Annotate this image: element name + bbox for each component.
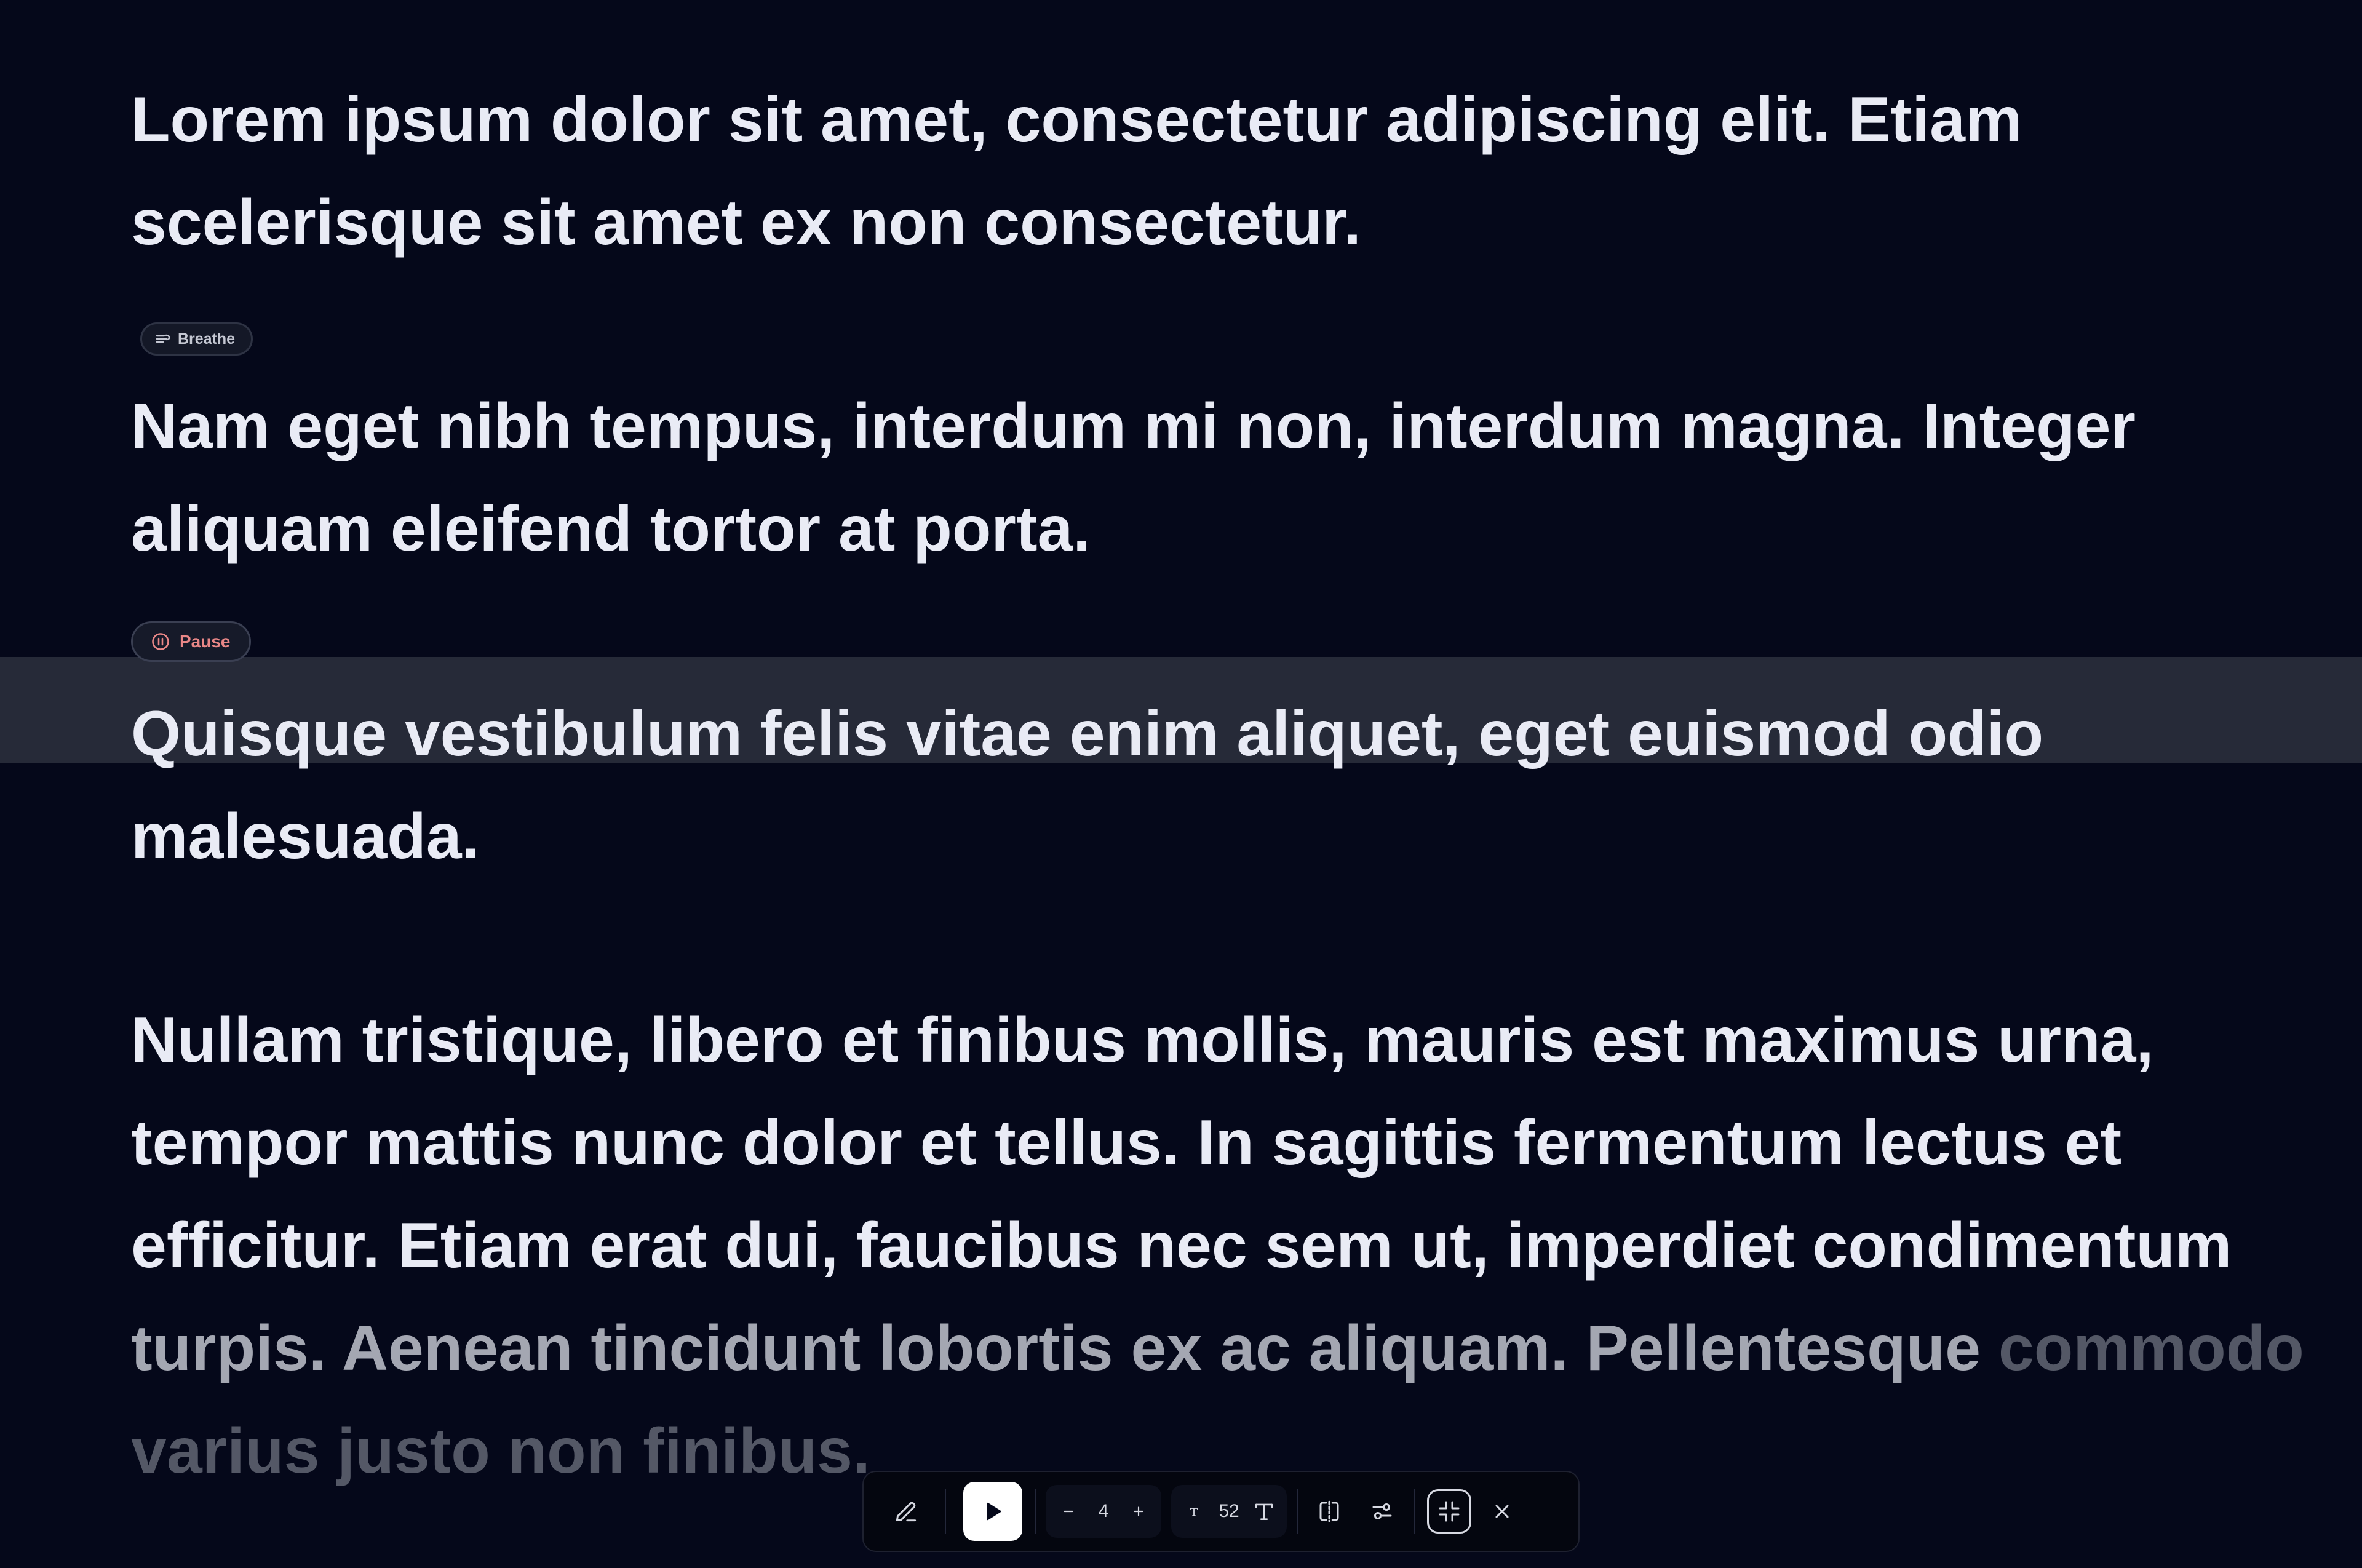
speed-value: 4	[1098, 1501, 1109, 1521]
paragraph-4-faded-text: turpis. Aenean tincidunt lobortis ex ac …	[131, 1313, 1981, 1384]
minus-icon	[1064, 1510, 1073, 1513]
script-paragraph-4: Nullam tristique, libero et finibus moll…	[131, 989, 2308, 1503]
close-button[interactable]	[1480, 1478, 1524, 1545]
edit-button[interactable]	[872, 1478, 940, 1545]
font-size-value: 52	[1219, 1501, 1239, 1521]
toolbar-divider	[1297, 1489, 1298, 1534]
pause-marker-label: Pause	[180, 632, 231, 651]
script-paragraph-3-current: Quisque vestibulum felis vitae enim aliq…	[131, 698, 2044, 872]
breathe-marker-label: Breathe	[178, 330, 236, 348]
close-icon	[1495, 1505, 1509, 1518]
pause-circle-icon	[152, 633, 169, 650]
text-large-icon	[1255, 1503, 1273, 1521]
teleprompter-stage: Lorem ipsum dolor sit amet, consectetur …	[0, 0, 2362, 1568]
toolbar-divider	[1414, 1489, 1415, 1534]
mirror-button[interactable]	[1303, 1478, 1356, 1545]
mirror-icon	[1319, 1500, 1339, 1522]
font-size-stepper: 52	[1171, 1485, 1287, 1538]
pause-marker[interactable]: Pause	[131, 621, 251, 662]
toolbar-divider	[945, 1489, 946, 1534]
script-paragraph-1: Lorem ipsum dolor sit amet, consectetur …	[131, 84, 2022, 258]
breathe-marker[interactable]: Breathe	[140, 322, 253, 356]
font-size-decrease-button[interactable]	[1175, 1485, 1213, 1538]
playback-toolbar: 4 52	[862, 1471, 1580, 1552]
exit-focus-mode-button[interactable]	[1427, 1489, 1471, 1534]
settings-button[interactable]	[1356, 1478, 1409, 1545]
play-icon	[987, 1502, 1001, 1521]
play-button[interactable]	[963, 1482, 1022, 1541]
speed-decrease-button[interactable]	[1049, 1485, 1088, 1538]
font-size-increase-button[interactable]	[1245, 1485, 1283, 1538]
sliders-icon	[1372, 1503, 1392, 1520]
paragraph-4-bright-text: Nullam tristique, libero et finibus moll…	[131, 1005, 2232, 1281]
plus-icon	[1134, 1506, 1143, 1516]
minimize-icon	[1439, 1501, 1460, 1522]
breathe-icon	[156, 334, 170, 343]
speed-increase-button[interactable]	[1119, 1485, 1158, 1538]
pencil-icon	[896, 1502, 917, 1522]
text-small-icon	[1190, 1508, 1198, 1516]
toolbar-divider	[1035, 1489, 1036, 1534]
speed-stepper: 4	[1046, 1485, 1161, 1538]
script-paragraph-2: Nam eget nibh tempus, interdum mi non, i…	[131, 391, 2136, 565]
